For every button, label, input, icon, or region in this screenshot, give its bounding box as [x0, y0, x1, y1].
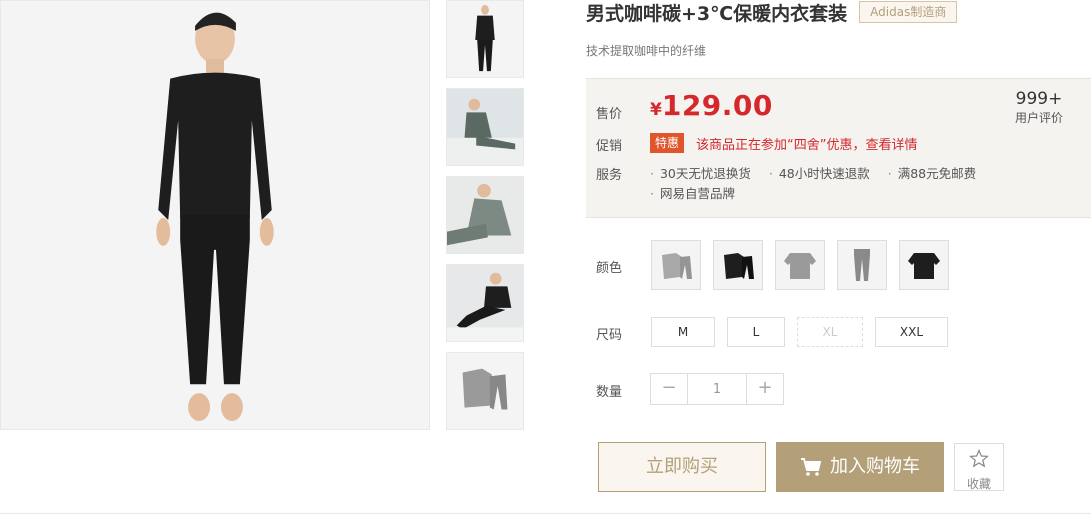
quantity-increase-button[interactable]: +: [747, 374, 783, 404]
main-product-image: [0, 0, 430, 430]
black-top-icon: [908, 253, 940, 279]
thumbnail-model-black: [447, 265, 523, 341]
quantity-stepper: − +: [650, 373, 784, 405]
service-list: 30天无忧退换货 48小时快速退款 满88元免邮费 网易自营品牌: [650, 164, 1070, 204]
quantity-label: 数量: [596, 385, 623, 400]
favorite-label: 收藏: [966, 477, 991, 491]
bottom-divider: [0, 513, 1091, 514]
product-subtitle: 技术提取咖啡中的纤维: [586, 44, 707, 58]
thumbnail-4[interactable]: [446, 264, 524, 342]
product-title: 男式咖啡碳+3℃保暖内衣套装: [586, 2, 848, 25]
model-photo: [1, 1, 429, 429]
gray-top-icon: [784, 253, 816, 279]
favorite-button[interactable]: 收藏: [954, 443, 1004, 491]
thumbnail-model-lounging: [447, 177, 523, 253]
service-item: 30天无忧退换货: [650, 164, 751, 184]
gray-set-icon: [662, 253, 692, 279]
price-label: 售价: [596, 107, 623, 122]
thumbnail-product-flat: [447, 353, 523, 429]
price-value: 129.00: [661, 89, 773, 122]
review-summary[interactable]: 999+ 用户评价: [999, 89, 1079, 126]
size-option-l[interactable]: L: [727, 317, 785, 347]
black-set-icon: [724, 253, 754, 279]
service-label: 服务: [596, 168, 623, 183]
thumbnail-5[interactable]: [446, 352, 524, 430]
maker-badge[interactable]: Adidas制造商: [859, 1, 958, 23]
price-box: 售价 ¥129.00 999+ 用户评价 促销 特惠 该商品正在参加“四舍”优惠…: [586, 78, 1091, 218]
thumbnail-model-standing: [447, 1, 523, 77]
promo-link[interactable]: 该商品正在参加“四舍”优惠，查看详情: [696, 134, 917, 153]
promo-tag: 特惠: [650, 133, 685, 153]
size-option-m[interactable]: M: [651, 317, 715, 347]
add-to-cart-label: 加入购物车: [830, 456, 920, 477]
cart-icon: [801, 458, 822, 476]
review-count: 999+: [1015, 89, 1063, 109]
title-row: 男式咖啡碳+3℃保暖内衣套装 Adidas制造商: [586, 0, 958, 25]
color-swatch-black-top[interactable]: [899, 240, 949, 290]
service-item: 网易自营品牌: [650, 184, 735, 204]
color-label: 颜色: [596, 261, 623, 276]
price: ¥129.00: [650, 89, 773, 122]
thumbnail-model-sitting: [447, 89, 523, 165]
thumbnail-3[interactable]: [446, 176, 524, 254]
add-to-cart-button[interactable]: 加入购物车: [776, 442, 944, 492]
promo-label: 促销: [596, 139, 623, 154]
gray-pants-icon: [854, 249, 870, 281]
star-icon: [969, 448, 989, 468]
thumbnail-2[interactable]: [446, 88, 524, 166]
size-label: 尺码: [596, 328, 623, 343]
color-swatch-gray-pants[interactable]: [837, 240, 887, 290]
color-swatch-gray-top[interactable]: [775, 240, 825, 290]
color-swatch-black-set[interactable]: [713, 240, 763, 290]
service-item: 48小时快速退款: [769, 164, 870, 184]
review-label: 用户评价: [1014, 111, 1063, 125]
buy-now-button[interactable]: 立即购买: [598, 442, 766, 492]
thumbnail-1[interactable]: [446, 0, 524, 78]
currency-symbol: ¥: [650, 100, 662, 120]
size-option-xl[interactable]: XL: [797, 317, 863, 347]
size-option-xxl[interactable]: XXL: [875, 317, 948, 347]
quantity-decrease-button[interactable]: −: [651, 374, 687, 404]
color-swatch-gray-set[interactable]: [651, 240, 701, 290]
service-item: 满88元免邮费: [888, 164, 976, 184]
quantity-input[interactable]: [687, 374, 747, 404]
